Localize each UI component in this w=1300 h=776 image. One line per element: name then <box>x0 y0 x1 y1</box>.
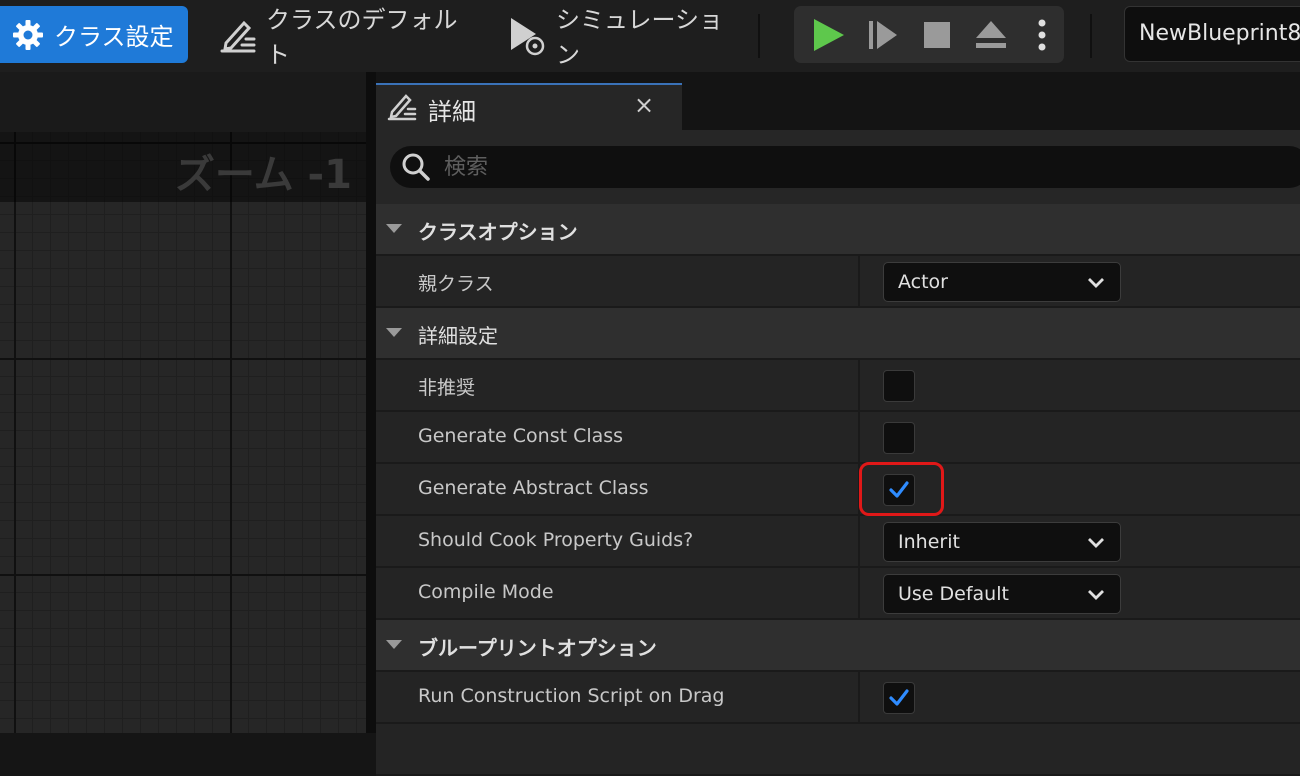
details-icon <box>386 90 418 126</box>
zoom-level-label: ズーム -1 <box>174 152 352 198</box>
dropdown-value: Actor <box>898 271 948 293</box>
simulation-icon <box>506 14 548 56</box>
search-bar <box>376 130 1300 204</box>
search-input[interactable] <box>444 146 1284 188</box>
chevron-down-icon <box>1088 538 1104 548</box>
expand-arrow-icon <box>386 640 402 649</box>
parent-class-dropdown[interactable]: Actor <box>883 262 1121 302</box>
details-panel: 詳細 × クラスオプション 親クラス Actor 詳細設定 <box>376 72 1300 776</box>
search-icon <box>400 151 432 187</box>
category-class-options[interactable]: クラスオプション <box>376 204 1300 256</box>
property-label: 親クラス <box>418 273 494 295</box>
graph-canvas[interactable] <box>0 132 366 733</box>
step-button[interactable] <box>858 6 908 63</box>
property-label: Run Construction Script on Drag <box>418 685 725 707</box>
asset-name-field[interactable]: NewBlueprint8 <box>1124 6 1300 62</box>
property-label: Should Cook Property Guids? <box>418 529 694 551</box>
should-cook-property-guids-dropdown[interactable]: Inherit <box>883 522 1121 562</box>
play-icon <box>814 18 844 51</box>
generate-abstract-class-checkbox[interactable] <box>883 474 915 506</box>
class-defaults-button[interactable]: クラスのデフォルト <box>218 6 468 69</box>
more-vertical-icon <box>1038 19 1046 50</box>
expand-arrow-icon <box>386 328 402 337</box>
step-icon <box>869 20 897 49</box>
tab-details[interactable]: 詳細 × <box>376 83 682 130</box>
simulation-label: シミュレーション <box>556 5 724 69</box>
property-label: 非推奨 <box>418 377 476 399</box>
property-label: Generate Const Class <box>418 425 624 447</box>
close-icon[interactable]: × <box>634 91 654 119</box>
column-divider[interactable] <box>858 516 860 566</box>
tab-details-label: 詳細 <box>428 98 476 126</box>
main-toolbar: クラス設定 クラスのデフォルト シミュレーション NewBlueprint8 <box>0 0 1300 72</box>
property-row-compile-mode: Compile Mode Use Default <box>376 568 1300 620</box>
class-defaults-label: クラスのデフォルト <box>266 5 458 69</box>
column-divider[interactable] <box>858 360 860 410</box>
dropdown-value: Use Default <box>898 583 1009 605</box>
graph-header-area <box>0 72 366 132</box>
checkmark-icon <box>889 689 909 706</box>
search-box <box>390 146 1300 188</box>
class-settings-label: クラス設定 <box>54 23 174 51</box>
eject-button[interactable] <box>966 6 1016 63</box>
category-label: 詳細設定 <box>418 324 498 348</box>
property-row-partial <box>376 724 1300 776</box>
dropdown-value: Inherit <box>898 531 960 553</box>
property-row-deprecated: 非推奨 <box>376 360 1300 412</box>
column-divider[interactable] <box>858 412 860 462</box>
edit-list-icon <box>218 15 258 55</box>
run-construction-script-on-drag-checkbox[interactable] <box>883 682 915 714</box>
more-options-button[interactable] <box>1020 6 1064 63</box>
category-blueprint-options[interactable]: ブループリントオプション <box>376 620 1300 672</box>
simulation-button[interactable]: シミュレーション <box>506 6 742 69</box>
category-label: ブループリントオプション <box>418 636 657 660</box>
checkmark-icon <box>889 481 909 498</box>
category-label: クラスオプション <box>418 220 578 244</box>
property-list: クラスオプション 親クラス Actor 詳細設定 非推奨 Generate Co… <box>376 204 1300 776</box>
eject-icon <box>976 20 1006 48</box>
column-divider[interactable] <box>858 672 860 722</box>
panel-splitter[interactable] <box>366 72 376 733</box>
column-divider[interactable] <box>858 568 860 618</box>
property-row-should-cook-property-guids: Should Cook Property Guids? Inherit <box>376 516 1300 568</box>
class-settings-button[interactable]: クラス設定 <box>0 6 188 63</box>
play-controls <box>794 6 1064 63</box>
chevron-down-icon <box>1088 590 1104 600</box>
property-label: Compile Mode <box>418 581 554 603</box>
details-tab-bar: 詳細 × <box>376 72 1300 130</box>
deprecated-checkbox[interactable] <box>883 370 915 402</box>
toolbar-divider <box>1090 14 1092 58</box>
expand-arrow-icon <box>386 224 402 233</box>
category-advanced[interactable]: 詳細設定 <box>376 308 1300 360</box>
property-row-run-construction-script-on-drag: Run Construction Script on Drag <box>376 672 1300 724</box>
property-row-generate-const-class: Generate Const Class <box>376 412 1300 464</box>
chevron-down-icon <box>1088 278 1104 288</box>
compile-mode-dropdown[interactable]: Use Default <box>883 574 1121 614</box>
generate-const-class-checkbox[interactable] <box>883 422 915 454</box>
property-label: Generate Abstract Class <box>418 477 649 499</box>
property-row-generate-abstract-class: Generate Abstract Class <box>376 462 1300 516</box>
column-divider[interactable] <box>858 256 860 306</box>
play-button[interactable] <box>804 6 854 63</box>
toolbar-divider <box>758 14 760 58</box>
property-row-parent-class: 親クラス Actor <box>376 256 1300 308</box>
stop-button[interactable] <box>912 6 962 63</box>
stop-icon <box>924 21 950 48</box>
gear-icon <box>10 17 46 53</box>
